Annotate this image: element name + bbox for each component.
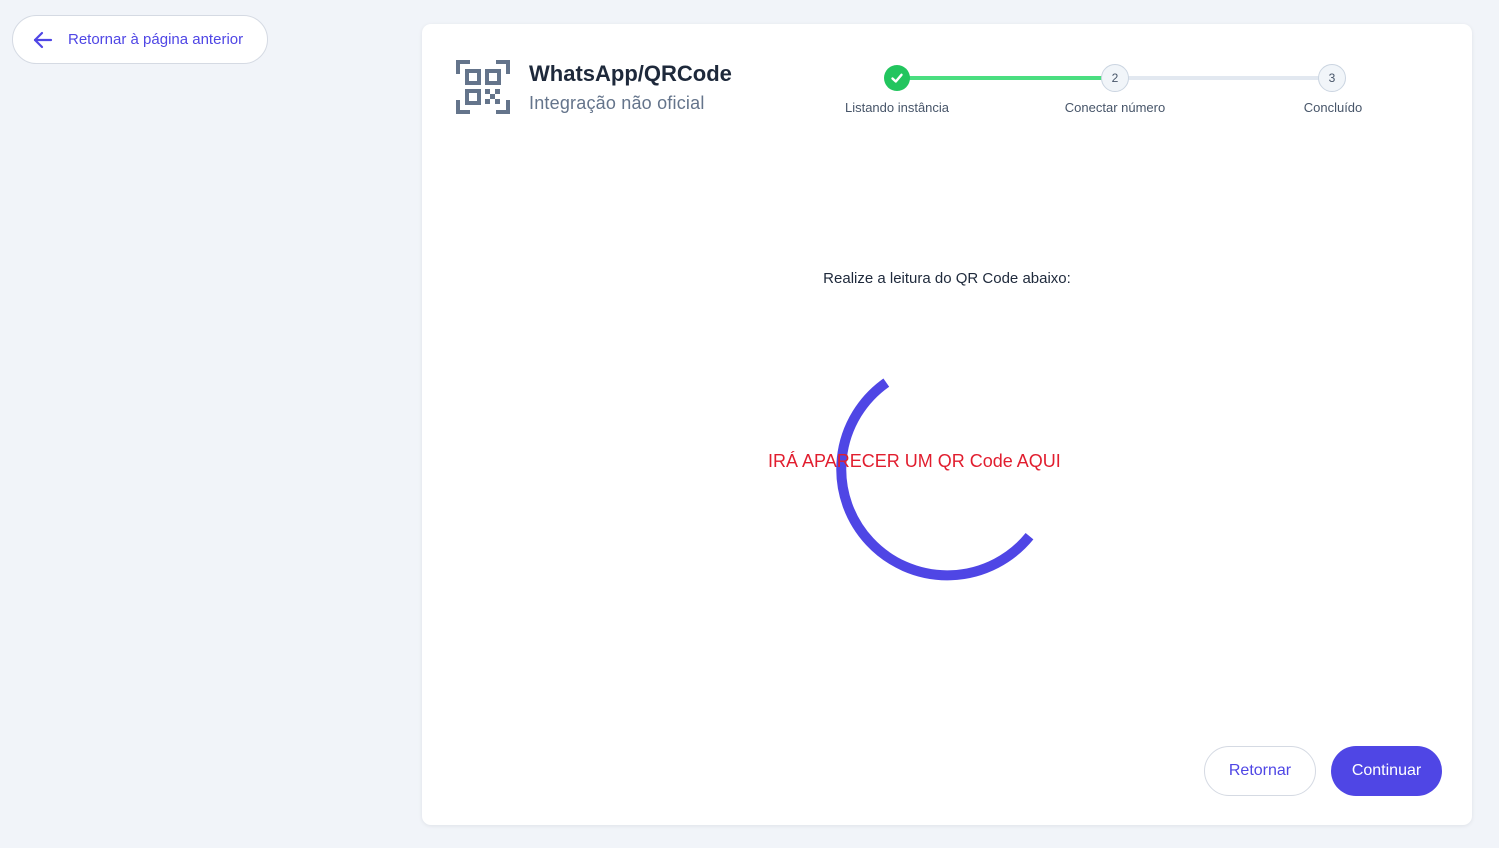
qr-code-icon	[456, 60, 510, 114]
loading-spinner-icon	[834, 376, 1060, 602]
integration-card: WhatsApp/QRCode Integração não oficial 2…	[422, 24, 1472, 825]
stepper-line-complete	[898, 76, 1115, 80]
step-3-marker: 3	[1318, 64, 1346, 92]
step-3-label: Concluído	[1303, 100, 1363, 115]
back-to-previous-page-button[interactable]: Retornar à página anterior	[12, 15, 268, 64]
step-2-label: Conectar número	[1064, 100, 1166, 115]
check-icon	[890, 71, 904, 85]
qr-code-placeholder: IRÁ APARECER UM QR Code AQUI	[768, 451, 1061, 471]
step-1-complete-marker	[884, 65, 910, 91]
back-to-previous-page-label: Retornar à página anterior	[68, 31, 244, 48]
step-2-marker: 2	[1101, 64, 1129, 92]
retornar-button[interactable]: Retornar	[1204, 746, 1316, 796]
continuar-button[interactable]: Continuar	[1331, 746, 1442, 796]
step-1-label: Listando instância	[844, 100, 950, 115]
stepper-line-pending	[1115, 76, 1331, 80]
arrow-left-icon	[31, 28, 55, 52]
page-subtitle: Integração não oficial	[529, 93, 705, 113]
qr-instruction-text: Realize a leitura do QR Code abaixo:	[823, 270, 1071, 287]
progress-stepper: 2 3 Listando instância Conectar número C…	[822, 64, 1382, 124]
page-title: WhatsApp/QRCode	[529, 61, 732, 86]
